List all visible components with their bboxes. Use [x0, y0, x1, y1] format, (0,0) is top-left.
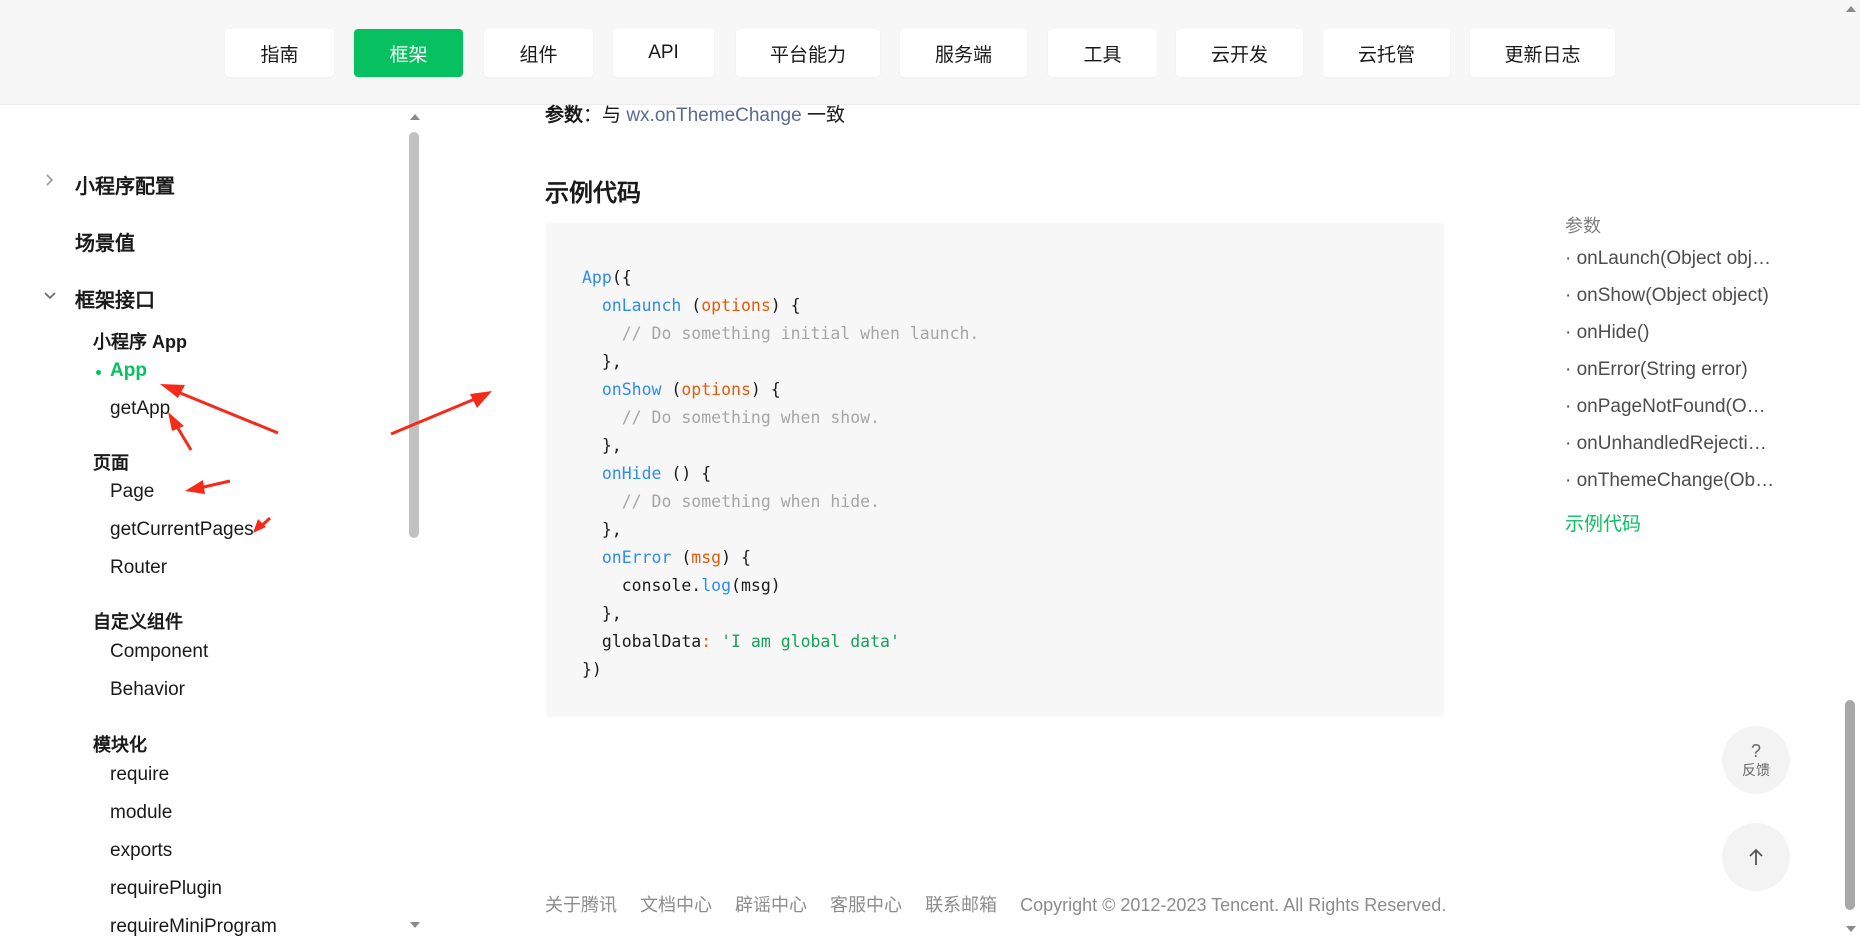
footer-copyright: Copyright © 2012-2023 Tencent. All Right… [1020, 895, 1447, 915]
sidebar-item-requireplugin[interactable]: requirePlugin [110, 878, 222, 900]
sidebar-item-router[interactable]: Router [110, 557, 167, 579]
params-label: 参数 [545, 105, 584, 126]
page-scroll-down-icon[interactable] [1845, 924, 1857, 934]
toc-item-onerror[interactable]: · onError(String error) [1565, 359, 1775, 381]
nav-cloud-dev[interactable]: 云开发 [1176, 29, 1303, 77]
sidebar-group-app: 小程序 App [93, 332, 187, 352]
footer: 关于腾讯 文档中心 辟谣中心 客服中心 联系邮箱 Copyright © 201… [545, 891, 1446, 917]
code-block: App({ onLaunch (options) { // Do somethi… [546, 223, 1444, 717]
toc-item-onshow[interactable]: · onShow(Object object) [1565, 285, 1775, 307]
toc-item-onlaunch[interactable]: · onLaunch(Object object) [1565, 248, 1775, 270]
footer-link-email[interactable]: 联系邮箱 [925, 895, 997, 915]
footer-link-about[interactable]: 关于腾讯 [545, 895, 617, 915]
sidebar-item-module[interactable]: module [110, 802, 172, 824]
sidebar-item-getapp[interactable]: getApp [110, 398, 170, 420]
params-prefix: 与 [602, 105, 622, 126]
sidebar-item-getcurrentpages[interactable]: getCurrentPages [110, 519, 254, 541]
question-icon: ? [1750, 741, 1761, 761]
nav-components[interactable]: 组件 [484, 29, 593, 77]
nav-api[interactable]: API [613, 29, 714, 77]
example-code-heading: 示例代码 [545, 180, 641, 207]
code-token-globaldata: globalData [601, 632, 702, 651]
code-token-options: options [701, 296, 771, 315]
back-to-top-button[interactable] [1722, 823, 1790, 891]
sidebar-item-app[interactable]: App [96, 360, 147, 382]
code-token-options-2: options [681, 380, 751, 399]
chevron-right-icon[interactable] [42, 173, 56, 187]
footer-link-docs[interactable]: 文档中心 [640, 895, 712, 915]
sidebar-group-modules: 模块化 [93, 735, 147, 755]
sidebar-item-require[interactable]: require [110, 764, 169, 786]
nav-framework[interactable]: 框架 [354, 29, 463, 77]
nav-server[interactable]: 服务端 [900, 29, 1027, 77]
scroll-down-arrow-icon[interactable] [409, 920, 421, 930]
code-token-app: App [582, 268, 612, 287]
toc-title: 参数 [1565, 216, 1601, 236]
sidebar-item-requireminiprogram[interactable]: requireMiniProgram [110, 916, 277, 938]
sidebar-item-component[interactable]: Component [110, 641, 208, 663]
code-token-onlaunch: onLaunch [601, 296, 682, 315]
code-token-global-value: 'I am global data' [721, 632, 900, 651]
toc-item-example-code[interactable]: 示例代码 [1565, 509, 1641, 536]
ontheme-change-link[interactable]: wx.onThemeChange [626, 105, 801, 126]
nav-tools[interactable]: 工具 [1048, 29, 1157, 77]
sidebar-group-page: 页面 [93, 453, 129, 473]
toc-item-onpagenotfound[interactable]: · onPageNotFound(Object object) [1565, 396, 1775, 418]
code-token-console: console. [621, 576, 702, 595]
sidebar-item-page[interactable]: Page [110, 481, 154, 503]
sidebar-item-behavior[interactable]: Behavior [110, 679, 185, 701]
sidebar-group-custom-component: 自定义组件 [93, 612, 183, 632]
sidebar-item-exports[interactable]: exports [110, 840, 172, 862]
chevron-down-icon[interactable] [43, 288, 57, 302]
scroll-up-arrow-icon[interactable] [409, 112, 421, 122]
code-token-open: ({ [611, 268, 632, 287]
toc-item-onhide[interactable]: · onHide() [1565, 322, 1775, 344]
nav-changelog[interactable]: 更新日志 [1470, 29, 1615, 77]
page-scrollbar-thumb[interactable] [1845, 700, 1855, 910]
code-token-msg-2: msg [740, 576, 771, 595]
nav-cloud-hosting[interactable]: 云托管 [1323, 29, 1450, 77]
sidebar-scrollbar-thumb[interactable] [409, 132, 419, 538]
nav-platform-capability[interactable]: 平台能力 [736, 29, 880, 77]
footer-link-rumor[interactable]: 辟谣中心 [735, 895, 807, 915]
code-token-log: log [701, 576, 732, 595]
page-scroll-up-icon[interactable] [1845, 4, 1857, 14]
sidebar-section-scene[interactable]: 场景值 [75, 227, 135, 256]
arrow-up-icon [1749, 848, 1763, 865]
code-token-msg: msg [691, 548, 722, 567]
footer-link-service[interactable]: 客服中心 [830, 895, 902, 915]
code-comment-show: // Do something when show. [621, 408, 881, 427]
code-token-onshow: onShow [601, 380, 662, 399]
code-content: App({ onLaunch (options) { // Do somethi… [582, 268, 980, 679]
params-colon: ： [583, 105, 603, 126]
sidebar: 小程序配置 场景值 框架接口 小程序 App App getApp 页面 Pag… [0, 105, 425, 940]
feedback-label: 反馈 [1742, 762, 1770, 778]
toc-item-onthemechange[interactable]: · onThemeChange(Object object) [1565, 470, 1775, 492]
feedback-button[interactable]: ? 反馈 [1722, 726, 1790, 794]
code-comment-hide: // Do something when hide. [621, 492, 881, 511]
params-line: 参数：与 wx.onThemeChange 一致 [545, 100, 845, 127]
params-suffix: 一致 [806, 105, 845, 126]
top-navigation: 指南 框架 组件 API 平台能力 服务端 工具 云开发 云托管 更新日志 [0, 0, 1860, 105]
toc-item-onunhandledrejection[interactable]: · onUnhandledRejection(Object object) [1565, 433, 1775, 455]
code-token-onhide: onHide [601, 464, 662, 483]
code-token-close: }) [582, 660, 602, 679]
sidebar-section-config[interactable]: 小程序配置 [75, 170, 175, 199]
nav-guide[interactable]: 指南 [225, 29, 334, 77]
code-token-onerror: onError [601, 548, 672, 567]
code-comment-launch: // Do something initial when launch. [621, 324, 980, 343]
sidebar-section-framework-api[interactable]: 框架接口 [75, 284, 155, 313]
